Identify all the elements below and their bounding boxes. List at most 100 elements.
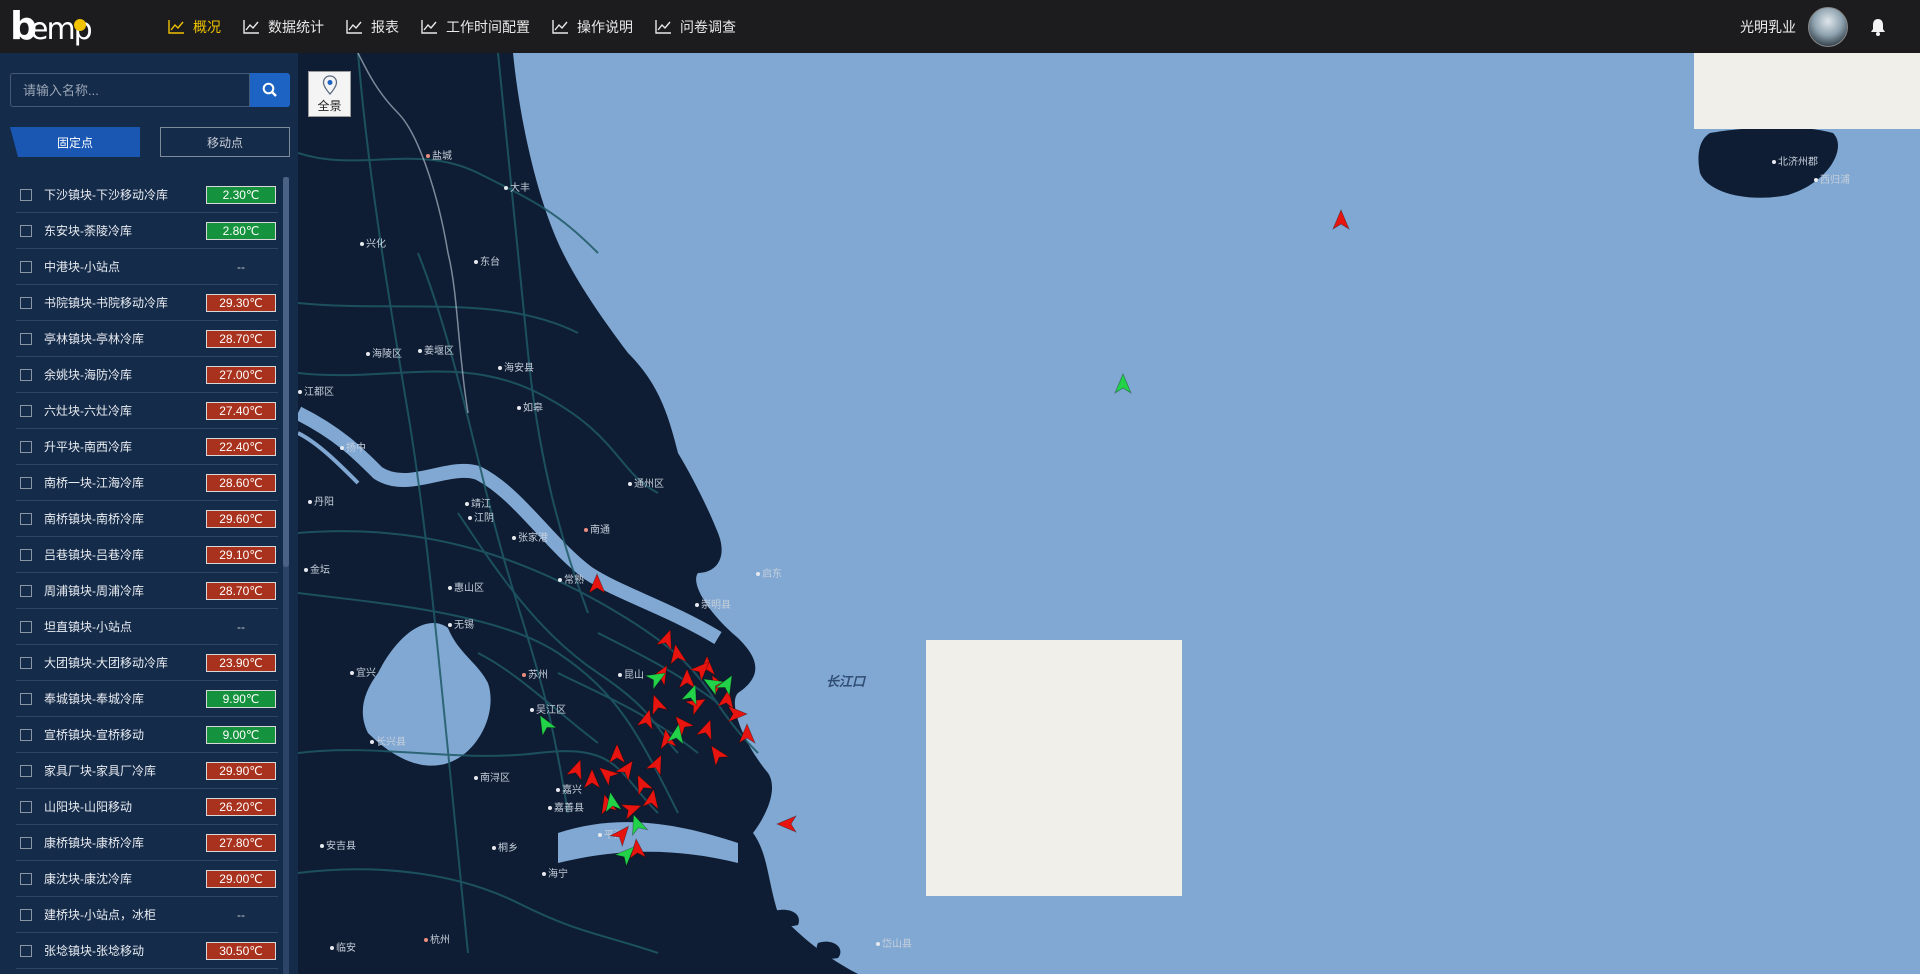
station-row[interactable]: 南桥一块-江海冷库 28.60℃	[16, 465, 278, 501]
station-checkbox[interactable]	[20, 260, 32, 273]
alarm-vehicle-icon[interactable]	[588, 573, 606, 595]
city-label: 苏州	[522, 666, 548, 681]
alarm-vehicle-icon[interactable]	[641, 787, 663, 812]
alarm-vehicle-icon[interactable]	[738, 723, 756, 745]
station-checkbox[interactable]	[20, 188, 32, 201]
nav-label: 数据统计	[268, 18, 324, 35]
city-label: 长兴县	[370, 733, 406, 748]
tab-fixed-points[interactable]: 固定点	[10, 127, 140, 157]
alarm-vehicle-icon[interactable]	[776, 815, 798, 833]
station-row[interactable]: 中港块-小站点 --	[16, 249, 278, 285]
station-row[interactable]: 书院镇块-书院移动冷库 29.30℃	[16, 285, 278, 321]
temperature-badge: 30.50℃	[206, 941, 276, 960]
bemp-logo[interactable]: b emp	[10, 6, 102, 46]
city-label: 海宁	[542, 865, 568, 880]
station-row[interactable]: 坦直镇块-小站点 --	[16, 609, 278, 645]
city-label: 海安县	[498, 359, 534, 374]
nav-survey[interactable]: 问卷调查	[655, 17, 736, 37]
station-row[interactable]: 吕巷镇块-吕巷冷库 29.10℃	[16, 537, 278, 573]
nav-instructions[interactable]: 操作说明	[552, 17, 633, 37]
bell-icon[interactable]	[1868, 17, 1888, 37]
station-row[interactable]: 下沙镇块-下沙移动冷库 2.30℃	[16, 177, 278, 213]
overview-button[interactable]: 全景	[308, 71, 351, 117]
station-checkbox[interactable]	[20, 764, 32, 777]
city-label: 西归浦	[1814, 171, 1850, 186]
station-checkbox[interactable]	[20, 296, 32, 309]
alarm-vehicle-icon[interactable]	[666, 642, 688, 667]
nav-data-statistics[interactable]: 数据统计	[243, 17, 324, 37]
station-checkbox[interactable]	[20, 944, 32, 957]
station-row[interactable]: 余姚块-海防冷库 27.00℃	[16, 357, 278, 393]
scrollbar-thumb[interactable]	[283, 177, 289, 567]
station-row[interactable]: 大团镇块-大团移动冷库 23.90℃	[16, 645, 278, 681]
station-row[interactable]: 升平块-南西冷库 22.40℃	[16, 429, 278, 465]
temperature-badge: 29.90℃	[206, 761, 276, 780]
line-chart-icon	[552, 20, 568, 34]
normal-vehicle-icon[interactable]	[666, 722, 688, 747]
station-row[interactable]: 张埝镇块-张埝移动 30.50℃	[16, 933, 278, 969]
city-label: 启东	[756, 565, 782, 580]
station-checkbox[interactable]	[20, 656, 32, 669]
city-label: 无锡	[448, 616, 474, 631]
user-name[interactable]: 光明乳业	[1740, 17, 1796, 37]
station-checkbox[interactable]	[20, 692, 32, 705]
nav-overview[interactable]: 概况	[168, 17, 221, 37]
line-chart-icon	[655, 20, 671, 34]
station-row[interactable]: 南桥镇块-南桥冷库 29.60℃	[16, 501, 278, 537]
station-checkbox[interactable]	[20, 584, 32, 597]
city-label: 岱山县	[876, 935, 912, 950]
station-row[interactable]: 康桥镇块-康桥冷库 27.80℃	[16, 825, 278, 861]
station-checkbox[interactable]	[20, 440, 32, 453]
map-view[interactable]: 盐城 大丰 兴化 东台 海陵区 姜堰区 海安县 江都区 如皋 扬中 丹阳 靖江 江阴 南通 通州区 张家港 启东…	[298, 53, 1920, 974]
map-pin-icon	[322, 75, 337, 95]
station-row[interactable]: 康沈块-康沈冷库 29.00℃	[16, 861, 278, 897]
normal-vehicle-icon[interactable]	[601, 790, 623, 815]
nav-reports[interactable]: 报表	[346, 17, 399, 37]
alarm-vehicle-icon[interactable]	[726, 705, 748, 723]
station-row[interactable]: 亭林镇块-亭林冷库 28.70℃	[16, 321, 278, 357]
temperature-badge: 2.80℃	[206, 221, 276, 240]
avatar[interactable]	[1808, 6, 1848, 47]
city-label: 杭州	[424, 931, 450, 946]
temperature-badge: 29.30℃	[206, 293, 276, 312]
city-label: 江阴	[468, 509, 494, 524]
station-row[interactable]: 家具厂块-家具厂冷库 29.90℃	[16, 753, 278, 789]
station-checkbox[interactable]	[20, 908, 32, 921]
list-scrollbar[interactable]	[283, 177, 289, 974]
search-input[interactable]	[11, 74, 249, 106]
city-label: 姜堰区	[418, 342, 454, 357]
station-row[interactable]: 周浦镇块-周浦冷库 28.70℃	[16, 573, 278, 609]
station-row[interactable]: 东安块-荼陵冷库 2.80℃	[16, 213, 278, 249]
station-checkbox[interactable]	[20, 836, 32, 849]
temperature-badge: 29.10℃	[206, 545, 276, 564]
line-chart-icon	[243, 20, 259, 34]
nav-work-time-config[interactable]: 工作时间配置	[421, 17, 530, 37]
temperature-badge: 27.40℃	[206, 401, 276, 420]
station-row[interactable]: 奉城镇块-奉城冷库 9.90℃	[16, 681, 278, 717]
station-checkbox[interactable]	[20, 800, 32, 813]
station-row[interactable]: 六灶块-六灶冷库 27.40℃	[16, 393, 278, 429]
main-nav: 概况 数据统计 报表 工作时间配置 操作说明 问卷调查	[168, 0, 758, 53]
station-row[interactable]: 建桥块-小站点，冰柜 --	[16, 897, 278, 933]
line-chart-icon	[168, 20, 184, 34]
city-label: 嘉兴	[556, 781, 582, 796]
station-checkbox[interactable]	[20, 224, 32, 237]
station-checkbox[interactable]	[20, 368, 32, 381]
station-checkbox[interactable]	[20, 512, 32, 525]
station-row[interactable]: 宣桥镇块-宣桥移动 9.00℃	[16, 717, 278, 753]
search-button[interactable]	[250, 73, 290, 107]
temperature-badge: 26.20℃	[206, 797, 276, 816]
station-checkbox[interactable]	[20, 728, 32, 741]
station-checkbox[interactable]	[20, 548, 32, 561]
alarm-vehicle-icon[interactable]	[1332, 209, 1350, 231]
station-checkbox[interactable]	[20, 872, 32, 885]
city-label: 安吉县	[320, 837, 356, 852]
station-checkbox[interactable]	[20, 476, 32, 489]
station-checkbox[interactable]	[20, 620, 32, 633]
station-row[interactable]: 山阳块-山阳移动 26.20℃	[16, 789, 278, 825]
station-checkbox[interactable]	[20, 404, 32, 417]
station-checkbox[interactable]	[20, 332, 32, 345]
top-navigation-bar: b emp 概况 数据统计 报表 工作时间配置 操作说明 问卷调查 光明乳业	[0, 0, 1920, 53]
tab-mobile-points[interactable]: 移动点	[160, 127, 290, 157]
normal-vehicle-icon[interactable]	[1114, 373, 1132, 395]
